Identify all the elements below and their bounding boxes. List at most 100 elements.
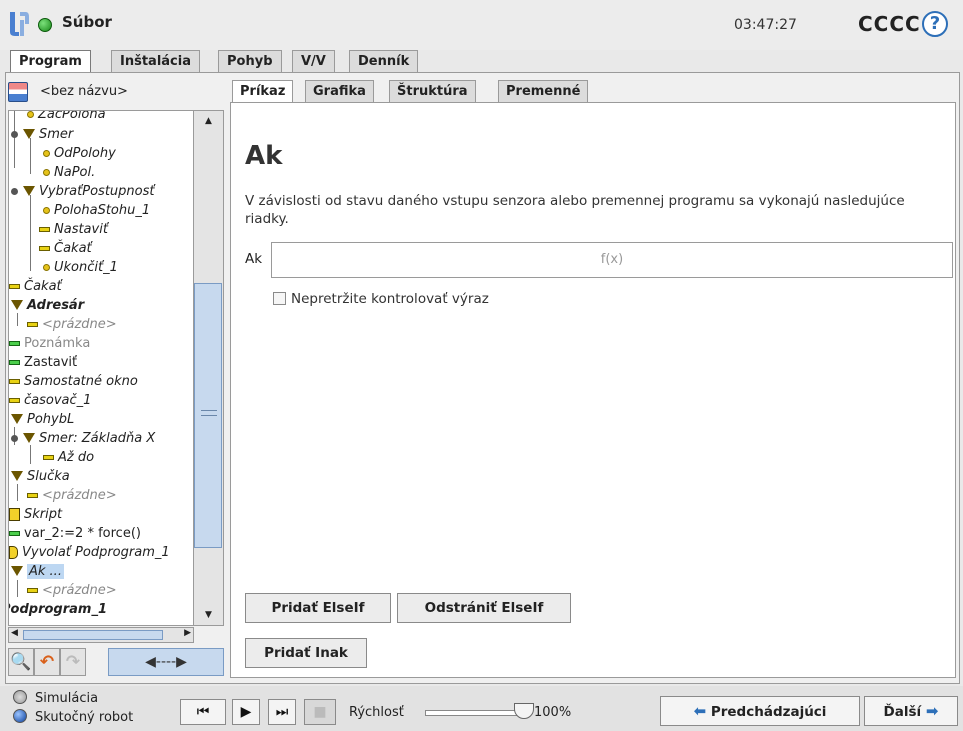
tree-node[interactable]: časovač_1 bbox=[9, 391, 91, 410]
tree-node[interactable]: Samostatné okno bbox=[9, 372, 138, 391]
simulation-label[interactable]: Simulácia bbox=[35, 691, 98, 706]
search-icon[interactable]: 🔍 bbox=[8, 648, 34, 676]
script-icon bbox=[9, 508, 20, 521]
comment-icon bbox=[9, 341, 20, 346]
command-icon bbox=[9, 379, 20, 384]
tree-horizontal-scrollbar[interactable]: ◀ ▶ bbox=[8, 627, 194, 643]
scroll-up-icon[interactable]: ▲ bbox=[194, 111, 223, 131]
tree-node[interactable]: Čakať bbox=[9, 277, 62, 296]
tree-node[interactable]: Slučka bbox=[11, 467, 70, 486]
skip-back-icon[interactable]: ⏮ bbox=[180, 699, 226, 725]
tree-node[interactable]: Smer bbox=[11, 125, 73, 144]
grip-icon bbox=[201, 410, 217, 416]
redo-icon[interactable]: ↷ bbox=[60, 648, 86, 676]
command-icon bbox=[27, 322, 38, 327]
tree-line bbox=[17, 484, 18, 501]
tree-node[interactable]: var_2:=2 * force() bbox=[9, 524, 141, 543]
folder-triangle-icon bbox=[23, 185, 35, 196]
command-icon bbox=[9, 398, 20, 403]
play-icon[interactable]: ▶ bbox=[232, 699, 260, 725]
tree-node[interactable]: Adresár bbox=[11, 296, 84, 315]
top-bar: Súbor 03:47:27 CCCC ? bbox=[0, 0, 963, 50]
tree-node[interactable]: Až do bbox=[43, 448, 94, 467]
robot-status-icon bbox=[38, 18, 52, 32]
command-panel: Ak V závislosti od stavu daného vstupu s… bbox=[230, 102, 956, 678]
tree-node[interactable]: <prázdne> bbox=[27, 315, 117, 334]
tab-variables[interactable]: Premenné bbox=[498, 80, 589, 103]
continuous-checkbox[interactable] bbox=[273, 292, 286, 305]
tree-node[interactable]: Zastaviť bbox=[9, 353, 77, 372]
tab-log[interactable]: Denník bbox=[349, 50, 419, 73]
step-forward-icon[interactable]: ⏭ bbox=[268, 699, 296, 725]
waypoint-icon bbox=[43, 207, 50, 214]
scroll-thumb[interactable] bbox=[194, 283, 222, 548]
tree-node[interactable]: ZačPoloha bbox=[27, 111, 106, 124]
tree-line bbox=[30, 195, 31, 271]
tree-node[interactable]: <prázdne> bbox=[27, 581, 117, 600]
waypoint-icon bbox=[43, 150, 50, 157]
command-icon bbox=[43, 455, 54, 460]
expression-input[interactable]: f(x) bbox=[271, 242, 953, 278]
tree-node[interactable]: Čakať bbox=[39, 239, 92, 258]
expand-knob-icon bbox=[11, 131, 18, 138]
stop-icon[interactable]: ■ bbox=[304, 699, 336, 725]
waypoint-icon bbox=[43, 169, 50, 176]
tab-graphics[interactable]: Grafika bbox=[305, 80, 374, 103]
save-icon[interactable] bbox=[8, 82, 28, 102]
tree-node-selected[interactable]: Ak ... bbox=[11, 562, 64, 581]
remove-elseif-button[interactable]: Odstrániť ElseIf bbox=[397, 593, 571, 623]
tree-node[interactable]: Vyvolať Podprogram_1 bbox=[9, 543, 170, 562]
tab-io[interactable]: V/V bbox=[292, 50, 335, 73]
command-icon bbox=[39, 227, 50, 232]
real-robot-radio[interactable] bbox=[13, 709, 27, 723]
undo-icon[interactable]: ↶ bbox=[34, 648, 60, 676]
tab-installation[interactable]: Inštalácia bbox=[111, 50, 200, 73]
tree-node[interactable]: OdPolohy bbox=[43, 144, 116, 163]
tree-node[interactable]: NaPol. bbox=[43, 163, 95, 182]
folder-triangle-icon bbox=[23, 432, 35, 443]
tree-node[interactable]: Smer: Základňa X bbox=[11, 429, 155, 448]
tree-node[interactable]: VybraťPostupnosť bbox=[11, 182, 154, 201]
scroll-thumb[interactable] bbox=[23, 630, 163, 640]
continuous-check-row[interactable]: Nepretržite kontrolovať výraz bbox=[273, 291, 489, 307]
move-node-button[interactable]: ◀----▶ bbox=[108, 648, 224, 676]
tab-structure[interactable]: Štruktúra bbox=[389, 80, 476, 103]
tree-node[interactable]: Skript bbox=[9, 505, 62, 524]
command-icon bbox=[39, 246, 50, 251]
clock: 03:47:27 bbox=[734, 17, 797, 33]
tree-node[interactable]: <prázdne> bbox=[27, 486, 117, 505]
simulation-radio[interactable] bbox=[13, 690, 27, 704]
tree-node[interactable]: Podprogram_1 bbox=[9, 600, 107, 619]
tree-node[interactable]: PolohaStohu_1 bbox=[43, 201, 150, 220]
description-text: V závislosti od stavu daného vstupu senz… bbox=[245, 193, 905, 227]
scroll-left-icon[interactable]: ◀ bbox=[11, 628, 18, 638]
program-tree[interactable]: ZačPoloha Smer OdPolohy NaPol. VybraťPos… bbox=[8, 110, 194, 626]
tree-node[interactable]: Nastaviť bbox=[39, 220, 108, 239]
speed-slider[interactable] bbox=[425, 710, 520, 716]
next-button[interactable]: Ďalší ➡ bbox=[864, 696, 958, 726]
scroll-right-icon[interactable]: ▶ bbox=[184, 628, 191, 638]
speed-value: 100% bbox=[534, 705, 572, 720]
waypoint-icon bbox=[43, 264, 50, 271]
file-menu[interactable]: Súbor bbox=[62, 13, 112, 31]
help-icon[interactable]: ? bbox=[922, 11, 948, 37]
previous-button[interactable]: ⬅ Predchádzajúci bbox=[660, 696, 860, 726]
continuous-check-label: Nepretržite kontrolovať výraz bbox=[291, 291, 489, 307]
tab-move[interactable]: Pohyb bbox=[218, 50, 282, 73]
footer-bar: Simulácia Skutočný robot ⏮ ▶ ⏭ ■ Rýchlos… bbox=[0, 686, 963, 731]
tree-node[interactable]: Poznámka bbox=[9, 334, 90, 353]
real-robot-label[interactable]: Skutočný robot bbox=[35, 710, 133, 725]
speed-slider-thumb[interactable] bbox=[514, 703, 534, 719]
command-icon bbox=[9, 284, 20, 289]
waypoint-icon bbox=[27, 111, 34, 118]
tree-vertical-scrollbar[interactable]: ▲ ▼ bbox=[194, 110, 224, 626]
add-elseif-button[interactable]: Pridať ElseIf bbox=[245, 593, 391, 623]
add-else-button[interactable]: Pridať Inak bbox=[245, 638, 367, 668]
tree-toolbar: 🔍 ↶ ↷ ◀----▶ bbox=[8, 648, 224, 678]
robot-name: CCCC bbox=[858, 12, 921, 36]
call-subprogram-icon bbox=[9, 546, 18, 559]
scroll-down-icon[interactable]: ▼ bbox=[194, 605, 223, 625]
tree-node[interactable]: Ukončiť_1 bbox=[43, 258, 118, 277]
program-filename: <bez názvu> bbox=[40, 84, 128, 99]
tree-node[interactable]: PohybL bbox=[11, 410, 74, 429]
